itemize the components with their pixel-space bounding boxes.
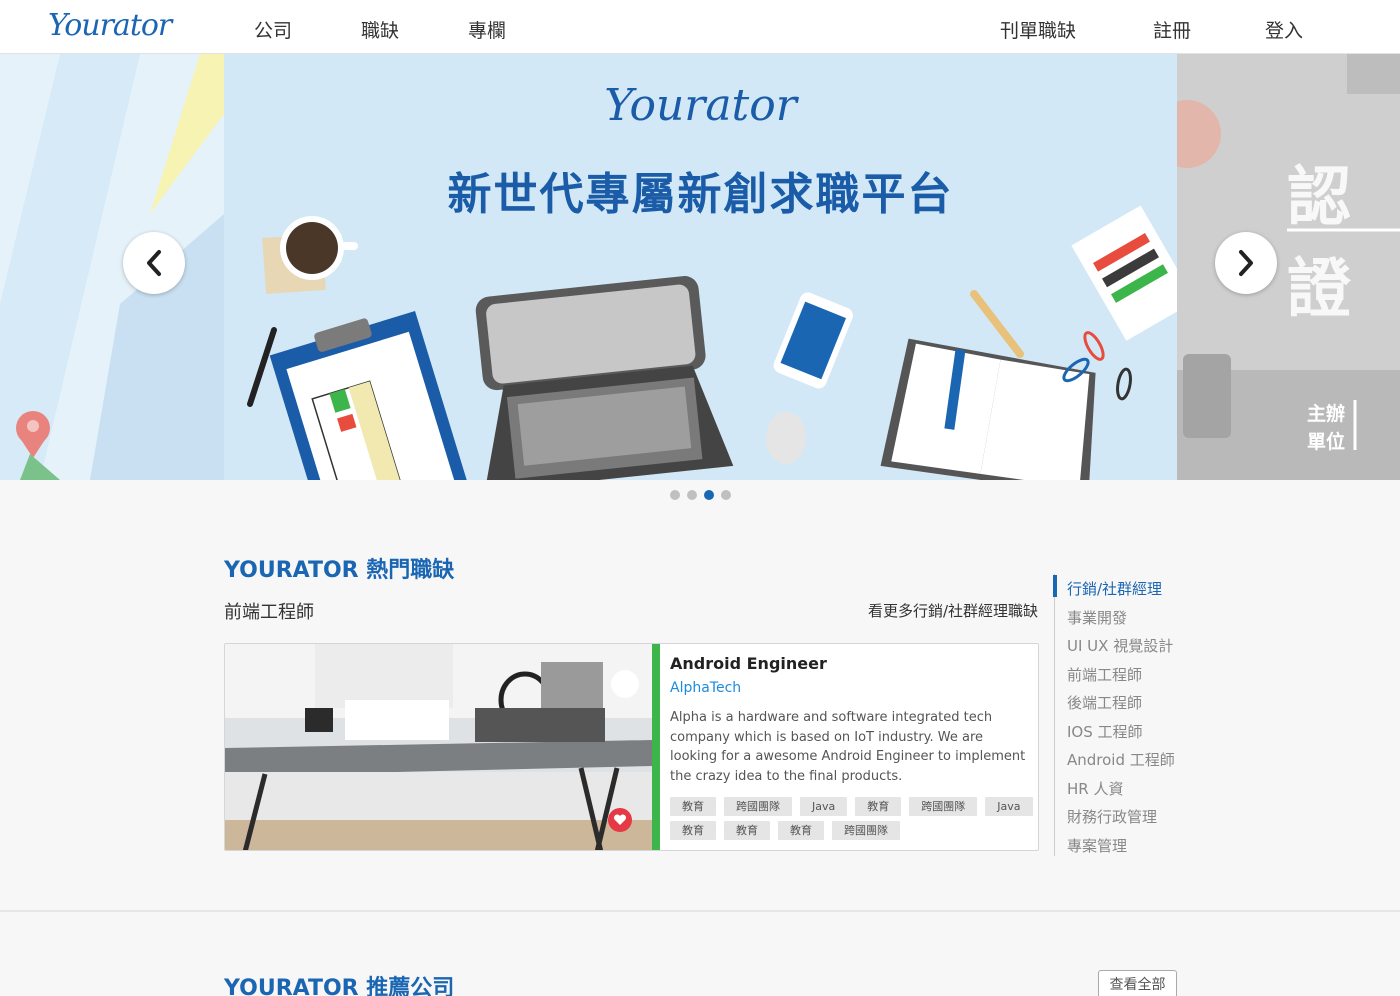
job-tags: 教育 跨國團隊 Java 教育 跨國團隊 Java 教育 教育 教育 跨國團隊	[670, 797, 1035, 840]
top-navbar: Yourator 公司 職缺 專欄 刊單職缺 註冊 登入	[0, 0, 1400, 54]
category-hr[interactable]: HR 人資	[1067, 778, 1123, 799]
job-title[interactable]: Android Engineer	[670, 654, 827, 673]
job-card[interactable]: Android Engineer AlphaTech Alpha is a ha…	[224, 643, 1039, 851]
category-frontend[interactable]: 前端工程師	[1067, 664, 1142, 685]
map-illustration	[0, 54, 224, 480]
category-uiux[interactable]: UI UX 視覺設計	[1067, 635, 1173, 656]
yourator-logo[interactable]: Yourator	[48, 8, 172, 43]
job-category-sidebar: 行銷/社群經理 事業開發 UI UX 視覺設計 前端工程師 後端工程師 IOS …	[1053, 574, 1194, 856]
nav-companies[interactable]: 公司	[254, 16, 292, 43]
nav-jobs[interactable]: 職缺	[361, 16, 399, 43]
chevron-right-icon	[1239, 250, 1253, 276]
view-all-button[interactable]: 查看全部	[1098, 970, 1177, 996]
job-tag[interactable]: 跨國團隊	[909, 797, 978, 816]
hero-active-slide: Yourator 新世代專屬新創求職平台	[224, 54, 1177, 480]
job-info: Android Engineer AlphaTech Alpha is a ha…	[670, 644, 1033, 850]
job-tag[interactable]: 教育	[670, 797, 716, 816]
job-tag[interactable]: 教育	[778, 821, 824, 840]
nav-register[interactable]: 註冊	[1153, 16, 1191, 43]
category-pm[interactable]: 專案管理	[1067, 835, 1127, 856]
job-tag[interactable]: Java	[985, 797, 1033, 816]
logo-lead: Y	[48, 8, 65, 43]
desk-illustration	[247, 205, 1177, 480]
job-photo	[225, 644, 652, 850]
hero-next-title: 認證	[1287, 161, 1353, 327]
job-company-link[interactable]: AlphaTech	[670, 680, 741, 696]
category-finance[interactable]: 財務行政管理	[1067, 806, 1157, 827]
job-card-accent-bar	[652, 644, 660, 850]
job-tag[interactable]: 教育	[724, 821, 770, 840]
carousel-dot-1[interactable]	[670, 490, 680, 500]
job-tag[interactable]: 教育	[855, 797, 902, 816]
category-android[interactable]: Android 工程師	[1067, 749, 1175, 770]
hero-prev-slide-preview	[0, 54, 224, 480]
more-jobs-link[interactable]: 看更多行銷/社群經理職缺	[868, 600, 1038, 621]
carousel-dot-2[interactable]	[687, 490, 697, 500]
nav-login[interactable]: 登入	[1265, 16, 1303, 43]
category-ios[interactable]: IOS 工程師	[1067, 721, 1143, 742]
logo-rest: ourator	[64, 8, 172, 43]
recommended-companies-title: YOURATOR 推薦公司	[224, 976, 455, 996]
job-tag[interactable]: 跨國團隊	[724, 797, 792, 816]
hero-next-subtitle-line2: 單位	[1307, 431, 1346, 453]
nav-columns[interactable]: 專欄	[468, 16, 506, 43]
workspace-photo	[225, 644, 652, 850]
chevron-left-icon	[147, 250, 161, 276]
category-bizdev[interactable]: 事業開發	[1067, 607, 1127, 628]
section-divider	[0, 910, 1400, 912]
category-marketing[interactable]: 行銷/社群經理	[1067, 578, 1162, 599]
carousel-next-button[interactable]	[1215, 232, 1277, 294]
carousel-dot-3[interactable]	[704, 490, 714, 500]
job-tag[interactable]: Java	[800, 797, 848, 816]
hero-next-slide-preview: 認證 主辦 單位	[1177, 54, 1400, 480]
job-description: Alpha is a hardware and software integra…	[670, 710, 1026, 784]
hot-jobs-title: YOURATOR 熱門職缺	[224, 558, 455, 583]
job-tag[interactable]: 教育	[670, 821, 716, 840]
job-category-heading: 前端工程師	[224, 602, 314, 623]
job-tag[interactable]: 跨國團隊	[832, 821, 900, 840]
hero-next-subtitle: 主辦 單位	[1307, 400, 1345, 456]
category-backend[interactable]: 後端工程師	[1067, 692, 1142, 713]
carousel-dots	[670, 490, 731, 500]
hero-next-subtitle-line1: 主辦	[1307, 403, 1346, 425]
active-category-indicator	[1053, 575, 1057, 597]
nav-post-job[interactable]: 刊單職缺	[1000, 16, 1076, 43]
hero-carousel: Yourator 新世代專屬新創求職平台 認證 主辦 單位	[0, 54, 1400, 480]
carousel-dot-4[interactable]	[721, 490, 731, 500]
favorite-heart-icon[interactable]	[608, 808, 632, 832]
carousel-prev-button[interactable]	[123, 232, 185, 294]
